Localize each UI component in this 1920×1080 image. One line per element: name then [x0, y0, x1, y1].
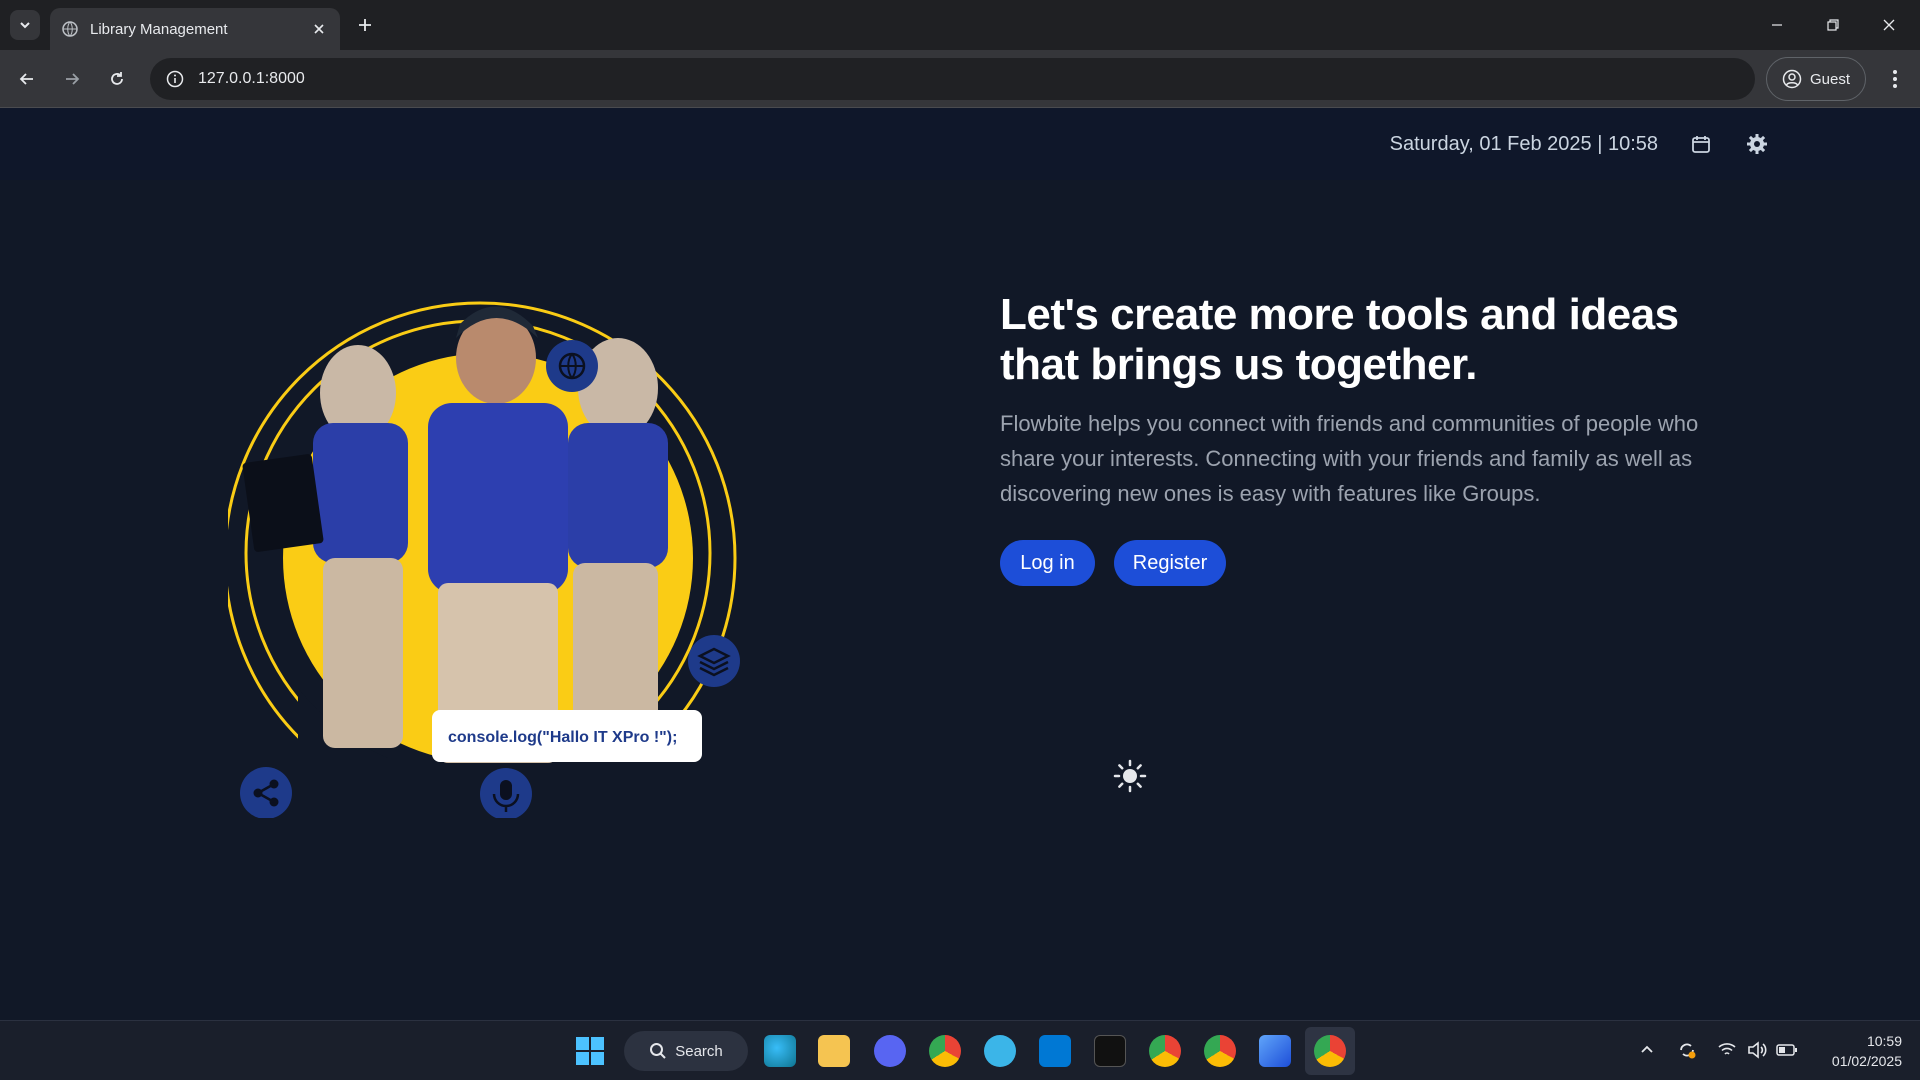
share-badge	[240, 767, 292, 818]
file-explorer-icon[interactable]	[818, 1035, 850, 1067]
profile-label: Guest	[1809, 70, 1851, 88]
sun-icon[interactable]	[1112, 758, 1148, 794]
browser-tab-bar: Library Management	[0, 0, 1920, 50]
globe-badge	[546, 340, 598, 392]
microphone-badge	[480, 768, 532, 818]
chrome-profile-icon[interactable]	[1204, 1035, 1236, 1067]
vscode-icon[interactable]	[1039, 1035, 1071, 1067]
close-icon	[1883, 19, 1895, 31]
more-icon	[1893, 70, 1897, 88]
terminal-app-icon[interactable]	[1094, 1035, 1126, 1067]
app-icon[interactable]	[984, 1035, 1016, 1067]
calendar-button[interactable]	[1688, 131, 1714, 157]
wifi-icon[interactable]	[1716, 1039, 1738, 1061]
browser-menu-button[interactable]	[1880, 64, 1910, 94]
url-text: 127.0.0.1:8000	[198, 70, 305, 87]
minimize-icon	[1772, 24, 1782, 26]
register-button[interactable]: Register	[1114, 540, 1226, 586]
code-snippet-text: console.log("Hallo IT XPro !");	[448, 729, 677, 746]
layers-badge	[688, 635, 740, 687]
profile-icon	[1782, 69, 1802, 89]
close-icon	[314, 24, 324, 34]
tab-title: Library Management	[90, 20, 228, 38]
reload-button[interactable]	[102, 64, 132, 94]
back-button[interactable]	[12, 64, 42, 94]
edge-icon[interactable]	[764, 1035, 796, 1067]
site-info-button[interactable]	[164, 68, 186, 90]
clock-date: 01/02/2025	[1831, 1053, 1902, 1069]
plus-icon	[359, 19, 371, 31]
page-content: Saturday, 01 Feb 2025 | 10:58 console.lo…	[0, 108, 1920, 1020]
profile-button[interactable]: Guest	[1766, 57, 1866, 101]
hero-description: Flowbite helps you connect with friends …	[1000, 411, 1699, 506]
restore-button[interactable]	[1820, 12, 1846, 38]
battery-icon[interactable]	[1776, 1039, 1798, 1061]
minimize-button[interactable]	[1764, 12, 1790, 38]
browser-toolbar: 127.0.0.1:8000 Guest	[0, 50, 1920, 108]
restore-icon	[1827, 19, 1839, 31]
page-header: Saturday, 01 Feb 2025 | 10:58	[0, 108, 1920, 180]
system-clock[interactable]: 10:59 01/02/2025	[1812, 1031, 1902, 1071]
reload-icon	[111, 72, 123, 85]
tray-overflow-button[interactable]	[1636, 1039, 1658, 1061]
browser-tab[interactable]: Library Management	[50, 8, 340, 50]
chevron-up-icon	[1641, 1045, 1653, 1053]
info-icon	[166, 70, 184, 88]
address-bar[interactable]: 127.0.0.1:8000	[150, 58, 1755, 100]
chevron-down-icon	[20, 22, 30, 29]
close-window-button[interactable]	[1876, 12, 1902, 38]
search-icon	[650, 1043, 666, 1059]
start-button[interactable]	[574, 1035, 606, 1067]
taskbar-search[interactable]: Search	[624, 1031, 748, 1071]
windows-icon	[576, 1037, 604, 1065]
taskbar-search-label: Search	[675, 1042, 723, 1060]
globe-icon	[62, 21, 78, 37]
datetime-display: Saturday, 01 Feb 2025 | 10:58	[1389, 132, 1658, 155]
close-tab-button[interactable]	[310, 20, 328, 38]
tab-search-button[interactable]	[10, 10, 40, 40]
forward-button[interactable]	[57, 64, 87, 94]
calendar-icon	[1692, 136, 1710, 153]
gear-icon	[1747, 134, 1767, 154]
settings-button[interactable]	[1744, 131, 1770, 157]
chrome-icon[interactable]	[929, 1035, 961, 1067]
windows-taskbar: Search 10:59 01/02/2025	[0, 1020, 1920, 1080]
chrome-active-icon[interactable]	[1314, 1035, 1346, 1067]
chrome-profile-icon[interactable]	[1149, 1035, 1181, 1067]
volume-icon[interactable]	[1746, 1039, 1768, 1061]
photos-icon[interactable]	[1259, 1035, 1291, 1067]
new-tab-button[interactable]	[352, 12, 378, 38]
sync-icon[interactable]	[1676, 1039, 1698, 1061]
forward-icon	[66, 73, 80, 85]
clock-time: 10:59	[1866, 1033, 1902, 1049]
hero-headline: Let's create more tools and ideas that b…	[1000, 290, 1679, 389]
login-button[interactable]: Log in	[1000, 540, 1095, 586]
hero-illustration: console.log("Hallo IT XPro !");	[228, 301, 740, 818]
back-icon	[19, 73, 33, 85]
discord-icon[interactable]	[874, 1035, 906, 1067]
